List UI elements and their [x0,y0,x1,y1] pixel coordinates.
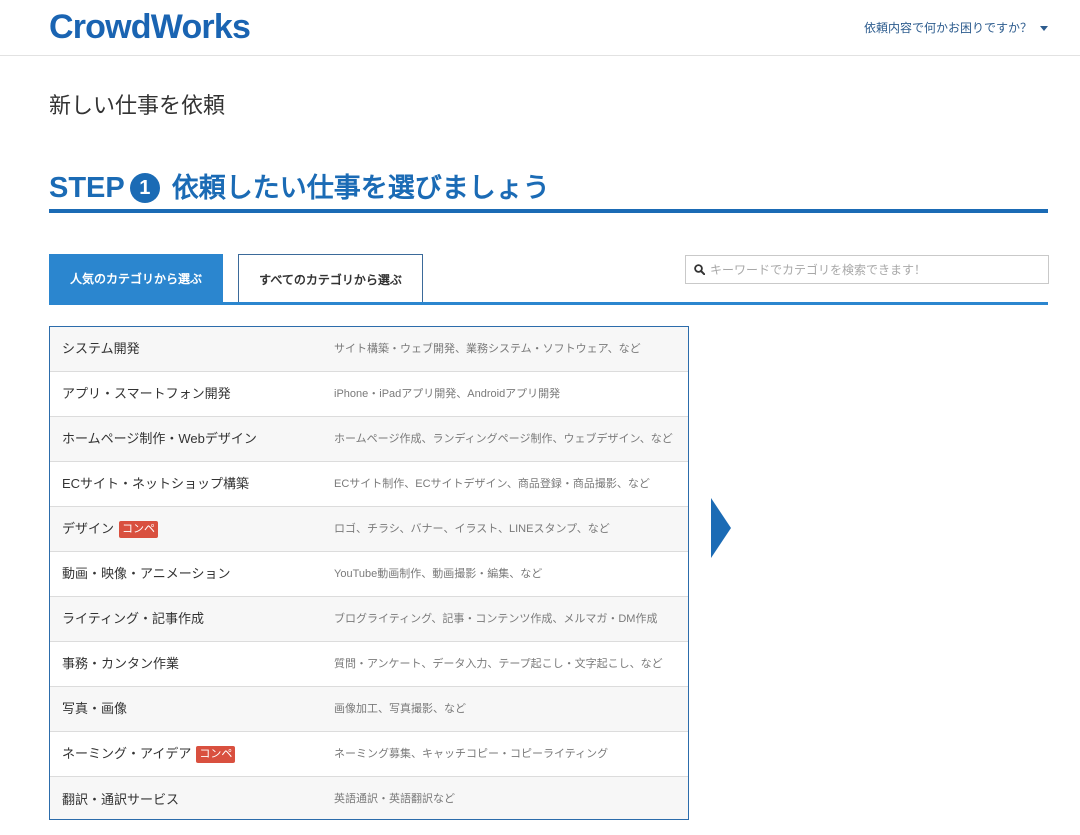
category-row-website-design[interactable]: ホームページ制作・Webデザイン ホームページ作成、ランディングページ制作、ウェ… [50,417,688,462]
category-description: サイト構築・ウェブ開発、業務システム・ソフトウェア、など [334,343,641,355]
category-row-photo-image[interactable]: 写真・画像 画像加工、写真撮影、など [50,687,688,732]
tab-popular-categories[interactable]: 人気のカテゴリから選ぶ [49,254,223,303]
category-name: デザイン [62,521,115,536]
category-row-admin-tasks[interactable]: 事務・カンタン作業 質問・アンケート、データ入力、テープ起こし・文字起こし、など [50,642,688,687]
category-description: ロゴ、チラシ、バナー、イラスト、LINEスタンプ、など [334,523,610,535]
category-description: ホームページ作成、ランディングページ制作、ウェブデザイン、など [334,433,673,445]
category-description: ブログライティング、記事・コンテンツ作成、メルマガ・DM作成 [334,613,658,625]
page-title: 新しい仕事を依頼 [49,93,226,118]
category-row-design[interactable]: デザイン コンペ ロゴ、チラシ、バナー、イラスト、LINEスタンプ、など [50,507,688,552]
category-name: システム開発 [62,341,140,356]
category-search [685,255,1049,284]
category-name: 翻訳・通訳サービス [62,791,180,807]
caret-down-icon [1040,25,1048,31]
category-name: 事務・カンタン作業 [62,656,180,671]
competition-badge: コンペ [196,745,236,763]
help-dropdown[interactable]: 依頼内容で何かお困りですか？ [864,20,1048,36]
search-icon [694,264,705,275]
arrow-right-icon [711,498,731,558]
competition-badge: コンペ [119,520,159,538]
step-underline [49,209,1048,213]
category-description: ネーミング募集、キャッチコピー・コピーライティング [334,748,609,760]
category-name: 動画・映像・アニメーション [62,566,231,581]
tab-all-categories[interactable]: すべてのカテゴリから選ぶ [238,254,423,303]
category-row-system-development[interactable]: システム開発 サイト構築・ウェブ開発、業務システム・ソフトウェア、など [50,327,688,372]
category-name: アプリ・スマートフォン開発 [62,386,231,401]
site-header: CrowdWorks 依頼内容で何かお困りですか？ [0,0,1080,56]
category-name: ECサイト・ネットショップ構築 [62,476,250,491]
step-label: STEP [49,172,125,204]
step-title: 依頼したい仕事を選びましょう [171,173,550,203]
category-row-translation[interactable]: 翻訳・通訳サービス 英語通訳・英語翻訳など [50,777,688,819]
category-description: 英語通訳・英語翻訳など [334,793,455,805]
category-description: 質問・アンケート、データ入力、テープ起こし・文字起こし、など [334,658,663,670]
category-name: ホームページ制作・Webデザイン [62,431,257,446]
category-description: 画像加工、写真撮影、など [334,703,466,715]
category-row-app-smartphone[interactable]: アプリ・スマートフォン開発 iPhone・iPadアプリ開発、Androidアプ… [50,372,688,417]
step-heading: STEP 1 依頼したい仕事を選びましょう [49,172,550,204]
category-row-naming-idea[interactable]: ネーミング・アイデア コンペ ネーミング募集、キャッチコピー・コピーライティング [50,732,688,777]
category-description: iPhone・iPadアプリ開発、Androidアプリ開発 [334,388,561,400]
help-dropdown-label: 依頼内容で何かお困りですか？ [863,21,1032,35]
category-row-video-animation[interactable]: 動画・映像・アニメーション YouTube動画制作、動画撮影・編集、など [50,552,688,597]
category-description: ECサイト制作、ECサイトデザイン、商品登録・商品撮影、など [334,478,650,490]
category-description: YouTube動画制作、動画撮影・編集、など [334,568,543,580]
crowdworks-logo[interactable]: CrowdWorks [49,7,251,47]
category-search-input[interactable] [705,256,1048,283]
category-row-writing[interactable]: ライティング・記事作成 ブログライティング、記事・コンテンツ作成、メルマガ・DM… [50,597,688,642]
category-name: 写真・画像 [62,701,128,716]
category-row-ec-site[interactable]: ECサイト・ネットショップ構築 ECサイト制作、ECサイトデザイン、商品登録・商… [50,462,688,507]
tab-underline [49,302,1048,305]
category-name: ネーミング・アイデア [62,746,192,761]
step-number-badge: 1 [129,173,160,203]
category-name: ライティング・記事作成 [62,611,204,626]
category-list: システム開発 サイト構築・ウェブ開発、業務システム・ソフトウェア、など アプリ・… [49,326,689,820]
